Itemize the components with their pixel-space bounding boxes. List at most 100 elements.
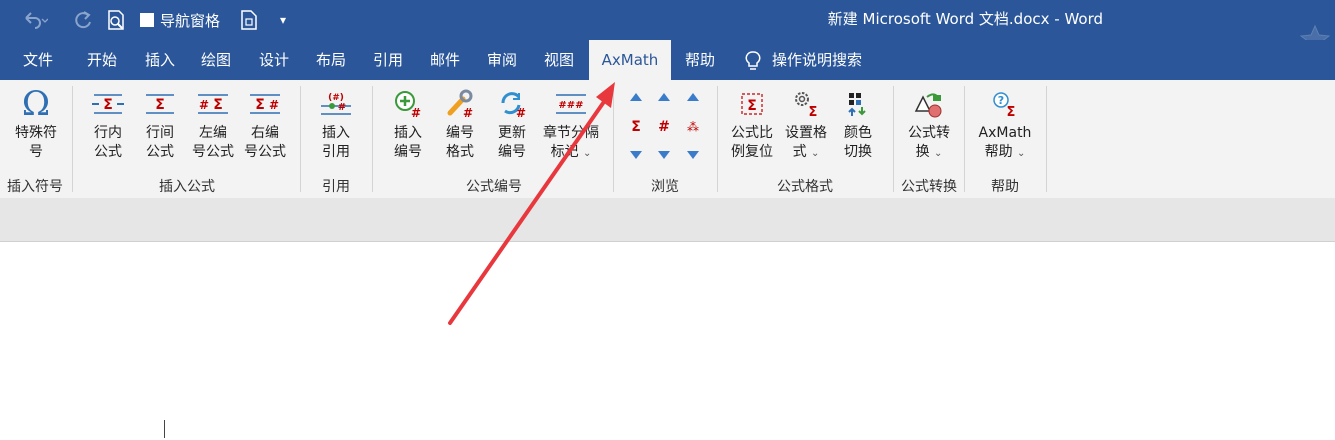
- group-label-formula-format: 公式格式: [777, 179, 833, 195]
- group-label-insert-formula: 插入公式: [159, 179, 215, 195]
- multi-hash-browse-icon[interactable]: ⁂: [684, 118, 702, 136]
- triangle-down-icon: [658, 151, 670, 159]
- svg-text:Σ: Σ: [103, 97, 113, 113]
- tab-axmath[interactable]: AxMath: [589, 40, 671, 80]
- triangle-up-icon: [687, 93, 699, 101]
- number-format-icon: #: [447, 89, 473, 119]
- nav-pane-toggle[interactable]: 导航窗格: [140, 8, 220, 32]
- refresh-icon: #: [501, 92, 526, 119]
- tab-design[interactable]: 设计: [248, 40, 300, 80]
- group-separator: [1046, 86, 1047, 192]
- group-label-cite: 引用: [322, 179, 350, 195]
- insert-number-label: 插入 编号: [394, 125, 422, 160]
- axmath-help-button[interactable]: ? Σ AxMath 帮助 ⌄: [972, 84, 1038, 163]
- special-symbol-label: 特殊符 号: [15, 125, 57, 160]
- svg-text:Σ: Σ: [1007, 105, 1016, 119]
- axmath-help-label: AxMath 帮助 ⌄: [978, 125, 1032, 160]
- formula-convert-icon: [914, 93, 942, 118]
- browse-next-number-icon[interactable]: [655, 146, 673, 164]
- chapter-separator-button[interactable]: ### 章节分隔 标记 ⌄: [538, 84, 604, 163]
- tell-me-search[interactable]: 操作说明搜索: [744, 40, 884, 80]
- tab-file[interactable]: 文件: [10, 40, 66, 80]
- tab-home[interactable]: 开始: [76, 40, 128, 80]
- tab-references[interactable]: 引用: [362, 40, 414, 80]
- browse-prev-number-icon[interactable]: [655, 88, 673, 106]
- right-numbered-formula-icon: Σ #: [250, 94, 280, 114]
- insert-reference-label: 插入 引用: [322, 125, 350, 160]
- formula-convert-label: 公式转 换 ⌄: [908, 125, 950, 160]
- hash-browse-icon[interactable]: #: [655, 118, 673, 136]
- right-numbered-formula-label: 右编 号公式: [244, 125, 286, 160]
- browse-prev-chapter-icon[interactable]: [684, 88, 702, 106]
- tab-draw[interactable]: 绘图: [190, 40, 242, 80]
- group-separator: [300, 86, 301, 192]
- undo-icon: [25, 12, 48, 29]
- svg-text:Σ: Σ: [155, 97, 165, 113]
- ribbon: Ω 特殊符 号 插入符号 Σ 行内 公式 Σ 行间 公式 # Σ 左编 号公式 …: [0, 80, 1335, 199]
- triangle-up-icon: [630, 93, 642, 101]
- inline-formula-button[interactable]: Σ 行内 公式: [84, 84, 132, 162]
- tab-help[interactable]: 帮助: [676, 40, 724, 80]
- undo-button[interactable]: [20, 8, 48, 32]
- color-switch-button[interactable]: 颜色 切换: [834, 84, 882, 162]
- tell-me-label: 操作说明搜索: [772, 51, 863, 69]
- special-symbol-button[interactable]: Ω 特殊符 号: [6, 84, 66, 162]
- right-numbered-formula-button[interactable]: Σ # 右编 号公式: [240, 84, 290, 162]
- svg-text:Σ: Σ: [747, 98, 757, 114]
- inline-formula-label: 行内 公式: [94, 125, 122, 160]
- svg-text:?: ?: [998, 94, 1004, 107]
- tab-insert[interactable]: 插入: [134, 40, 186, 80]
- svg-text:#: #: [411, 106, 421, 119]
- tab-layout[interactable]: 布局: [305, 40, 357, 80]
- group-separator: [717, 86, 718, 192]
- browse-next-chapter-icon[interactable]: [684, 146, 702, 164]
- formula-convert-button[interactable]: 公式转 换 ⌄: [900, 84, 958, 163]
- display-formula-icon: Σ: [146, 94, 174, 114]
- update-number-button[interactable]: # 更新 编号: [488, 84, 536, 162]
- svg-text:#: #: [338, 102, 346, 113]
- settings-format-button[interactable]: Σ 设置格 式 ⌄: [780, 84, 832, 163]
- lightbulb-icon: [745, 50, 761, 70]
- text-cursor: [164, 420, 165, 438]
- help-icon: ? Σ: [993, 92, 1016, 119]
- svg-text:#: #: [463, 106, 473, 119]
- document-canvas[interactable]: [0, 242, 1335, 440]
- svg-text:Σ: Σ: [255, 97, 265, 113]
- group-separator: [893, 86, 894, 192]
- chapter-separator-icon: ###: [556, 94, 586, 114]
- customize-qat-button[interactable]: ▾: [280, 8, 286, 32]
- scale-reset-icon: Σ: [741, 93, 763, 115]
- tab-view[interactable]: 视图: [533, 40, 585, 80]
- dropdown-icon: ▾: [280, 13, 287, 27]
- insert-reference-button[interactable]: (#) # 插入 引用: [310, 84, 362, 162]
- update-number-label: 更新 编号: [498, 125, 526, 160]
- display-formula-button[interactable]: Σ 行间 公式: [136, 84, 184, 162]
- svg-text:Σ: Σ: [809, 105, 818, 119]
- sigma-browse-icon[interactable]: Σ: [627, 118, 645, 136]
- chevron-down-icon: ⌄: [811, 148, 820, 159]
- chevron-down-icon: ⌄: [934, 148, 943, 159]
- formula-scale-reset-button[interactable]: Σ 公式比 例复位: [724, 84, 780, 162]
- group-separator: [72, 86, 73, 192]
- insert-reference-icon: (#) #: [321, 93, 351, 115]
- ruler-area: [0, 198, 1335, 242]
- left-numbered-formula-icon: # Σ: [198, 94, 228, 114]
- insert-number-button[interactable]: # 插入 编号: [384, 84, 432, 162]
- chapter-separator-label: 章节分隔 标记 ⌄: [543, 125, 599, 160]
- gear-icon: Σ: [795, 92, 818, 119]
- color-switch-icon: [848, 93, 866, 116]
- browse-prev-icon[interactable]: [627, 88, 645, 106]
- browse-next-icon[interactable]: [627, 146, 645, 164]
- number-format-button[interactable]: # 编号 格式: [436, 84, 484, 162]
- tab-mailings[interactable]: 邮件: [419, 40, 471, 80]
- print-preview-button[interactable]: [105, 8, 127, 32]
- left-numbered-formula-button[interactable]: # Σ 左编 号公式: [188, 84, 238, 162]
- group-separator: [964, 86, 965, 192]
- checkbox-icon[interactable]: [140, 13, 154, 27]
- redo-button[interactable]: [72, 8, 94, 32]
- tab-review[interactable]: 审阅: [476, 40, 528, 80]
- doc-icon-button[interactable]: [240, 8, 258, 32]
- window-title: 新建 Microsoft Word 文档.docx - Word: [827, 10, 1103, 28]
- group-label-insert-symbol: 插入符号: [7, 179, 63, 195]
- triangle-down-icon: [687, 151, 699, 159]
